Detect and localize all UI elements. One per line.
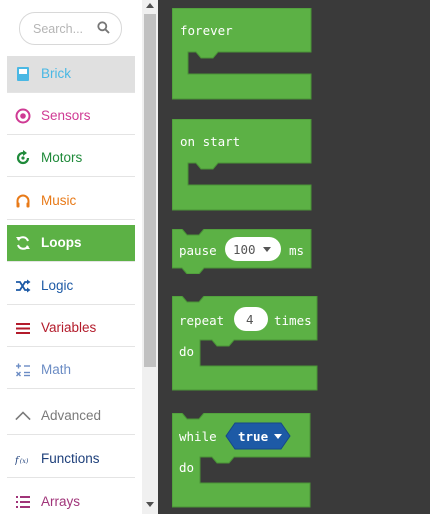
repeat-block[interactable]: repeat 4 times do [171,295,318,396]
while-condition-dropdown[interactable]: true [225,422,291,455]
category-variables-label: Variables [41,320,97,335]
scroll-up-icon[interactable] [146,3,154,8]
category-brick[interactable]: Brick [7,56,135,93]
on-start-label: on start [180,134,241,149]
category-math-label: Math [41,362,72,377]
math-icon [15,362,31,378]
motor-icon [15,150,31,166]
while-do-label: do [179,460,195,475]
category-math[interactable]: Math [7,352,135,389]
function-icon: f (x) [15,451,31,467]
category-loops-label: Loops [41,235,82,250]
brick-icon [15,66,31,82]
category-motors[interactable]: Motors [7,140,135,177]
repeat-count-value: 4 [246,312,254,327]
pause-duration-dropdown[interactable]: 100 [225,237,281,261]
pause-label: pause [179,243,217,258]
category-arrays[interactable]: Arrays [7,484,135,514]
repeat-label: repeat [179,313,225,328]
category-motors-label: Motors [41,150,83,165]
array-icon [15,494,31,510]
search-icon[interactable] [97,21,110,39]
repeat-do-label: do [179,344,195,359]
toolbox-sidebar: Search... Brick Sensors Motors Music Loo… [0,0,142,514]
forever-block[interactable]: forever [171,7,312,105]
on-start-block[interactable]: on start [171,118,312,216]
while-condition-value: true [238,429,269,444]
block-flyout: forever on start pause 100 ms repeat 4 t… [158,0,430,514]
dropdown-arrow-icon [263,247,271,252]
category-variables[interactable]: Variables [7,310,135,347]
category-arrays-label: Arrays [41,494,81,509]
while-label: while [179,429,217,444]
category-loops[interactable]: Loops [7,225,135,262]
shuffle-icon [15,278,31,294]
category-music[interactable]: Music [7,183,135,220]
sidebar-scrollbar[interactable] [142,0,158,514]
list-icon [15,320,31,336]
svg-text:(x): (x) [20,457,29,465]
search-input[interactable]: Search... [33,22,83,36]
chevron-up-icon [15,408,31,424]
headphones-icon [15,193,31,209]
sensor-icon [15,108,31,124]
category-functions-label: Functions [41,451,100,466]
dropdown-arrow-icon [274,434,282,439]
forever-label: forever [180,23,233,38]
category-advanced[interactable]: Advanced [7,398,135,435]
category-functions[interactable]: f (x) Functions [7,441,135,478]
pause-unit-label: ms [289,243,305,258]
category-advanced-label: Advanced [41,408,102,423]
scroll-down-icon[interactable] [146,502,154,507]
category-sensors[interactable]: Sensors [7,98,135,135]
repeat-times-label: times [274,313,312,328]
while-block[interactable]: while true do [171,412,312,513]
category-logic[interactable]: Logic [7,268,135,305]
search-box[interactable]: Search... [19,12,122,45]
pause-block[interactable]: pause 100 ms [171,228,312,279]
repeat-count-input[interactable]: 4 [234,307,268,331]
category-music-label: Music [41,193,77,208]
pause-duration-value: 100 [233,242,256,257]
loop-icon [15,235,31,251]
category-brick-label: Brick [41,66,71,81]
scrollbar-thumb[interactable] [144,14,156,367]
category-logic-label: Logic [41,278,74,293]
category-sensors-label: Sensors [41,108,91,123]
